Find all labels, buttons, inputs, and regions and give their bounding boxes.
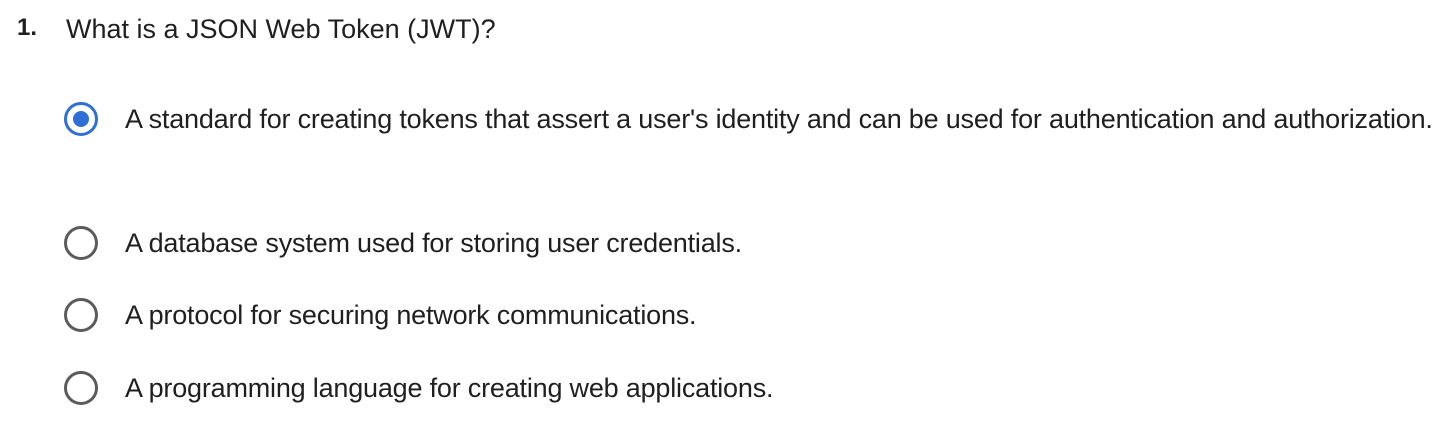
answer-option-4[interactable]: A programming language for creating web …: [64, 369, 964, 409]
answer-option-label: A database system used for storing user …: [125, 228, 742, 258]
answer-option-1[interactable]: A standard for creating tokens that asse…: [64, 100, 1434, 196]
question-number: 1.: [17, 14, 38, 41]
answer-option-label: A standard for creating tokens that asse…: [125, 104, 1433, 134]
radio-button[interactable]: [64, 226, 98, 260]
answer-option-label: A programming language for creating web …: [125, 373, 774, 403]
question-text: What is a JSON Web Token (JWT)?: [66, 14, 496, 44]
radio-button[interactable]: [64, 371, 98, 405]
radio-button-selected[interactable]: [64, 102, 98, 136]
radio-dot-icon: [73, 111, 89, 127]
radio-button[interactable]: [64, 298, 98, 332]
answer-option-3[interactable]: A protocol for securing network communic…: [64, 296, 964, 336]
answer-option-2[interactable]: A database system used for storing user …: [64, 224, 964, 264]
answer-option-label: A protocol for securing network communic…: [125, 300, 697, 330]
quiz-question: 1. What is a JSON Web Token (JWT)? A sta…: [0, 0, 1446, 432]
